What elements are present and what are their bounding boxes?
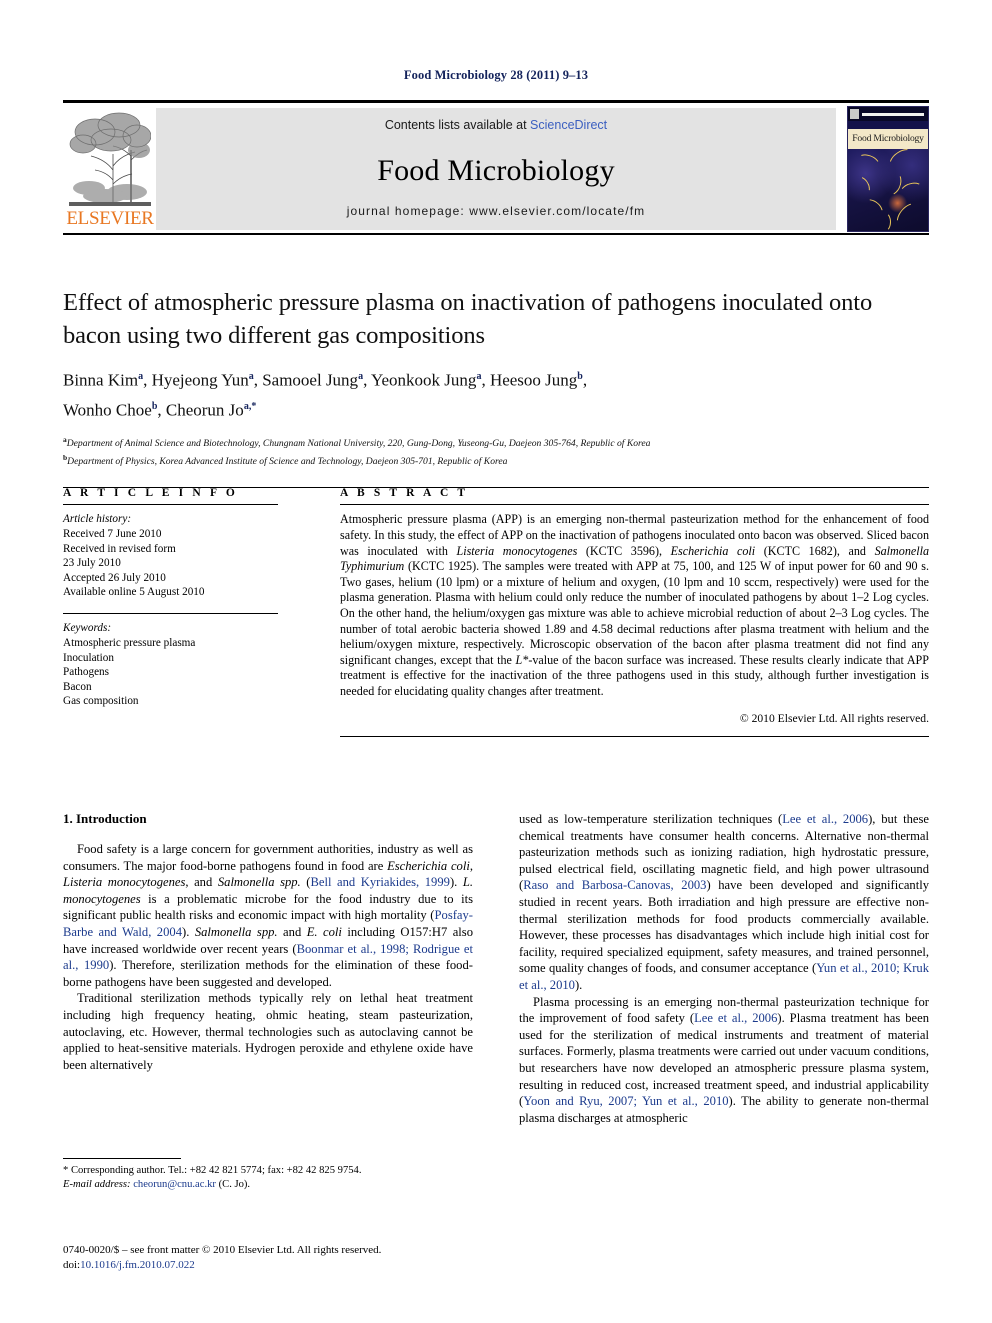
body-paragraph: Plasma processing is an emerging non-the…	[519, 994, 929, 1125]
email-label: E-mail address:	[63, 1179, 131, 1191]
abstract-heading: A B S T R A C T	[340, 487, 469, 499]
keyword-item: Pathogens	[63, 666, 109, 679]
cover-journal-title: Food Microbiology	[852, 133, 924, 144]
affiliation-item: aDepartment of Animal Science and Biotec…	[63, 433, 929, 450]
article-info-heading: A R T I C L E I N F O	[63, 487, 238, 499]
body-column-right: used as low-temperature sterilization te…	[519, 811, 929, 1126]
doi-link[interactable]: 10.1016/j.fm.2010.07.022	[80, 1259, 195, 1271]
contents-available-line: Contents lists available at ScienceDirec…	[156, 118, 836, 132]
journal-cover-thumbnail: Food Microbiology	[847, 106, 929, 232]
cover-elsevier-mark-icon	[850, 109, 859, 119]
cover-title-band: Food Microbiology	[848, 129, 928, 149]
keyword-item: Bacon	[63, 680, 92, 693]
copyright-line: © 2010 Elsevier Ltd. All rights reserved…	[739, 711, 929, 725]
author-name: Samooel Jung	[262, 370, 359, 390]
contents-prefix: Contents lists available at	[384, 118, 531, 132]
author-name: Binna Kim	[63, 370, 139, 390]
article-history-label: Article history:	[63, 513, 132, 526]
masthead-bottom-rule	[63, 233, 929, 235]
imprint-block: 0740-0020/$ – see front matter © 2010 El…	[63, 1243, 503, 1272]
history-item: Available online 5 August 2010	[63, 586, 205, 599]
affiliation-item: bDepartment of Physics, Korea Advanced I…	[63, 451, 929, 468]
doi-line: doi:10.1016/j.fm.2010.07.022	[63, 1258, 503, 1273]
journal-homepage-link[interactable]: journal homepage: www.elsevier.com/locat…	[156, 204, 836, 218]
author-name: Hyejeong Yun	[151, 370, 249, 390]
elsevier-tree-icon	[69, 110, 151, 206]
footnote-rule	[63, 1158, 181, 1160]
abstract-rule	[340, 504, 929, 506]
abstract-column: A B S T R A C T Atmospheric pressure pla…	[340, 487, 929, 737]
affiliation-list: aDepartment of Animal Science and Biotec…	[63, 433, 929, 467]
history-item: 23 July 2010	[63, 557, 121, 570]
history-item: Received 7 June 2010	[63, 527, 162, 540]
author-affiliation-marker: a	[248, 371, 254, 382]
keyword-item: Gas composition	[63, 695, 139, 708]
keyword-item: Inoculation	[63, 651, 114, 664]
corresponding-author-note: * Corresponding author. Tel.: +82 42 821…	[63, 1165, 362, 1177]
author-name: Cheorun Jo	[165, 400, 244, 420]
article-info-rule	[63, 504, 278, 506]
footnote-block: * Corresponding author. Tel.: +82 42 821…	[63, 1158, 473, 1192]
masthead-top-rule	[63, 100, 929, 103]
body-paragraph: Traditional sterilization methods typica…	[63, 991, 473, 1072]
affiliation-text: Department of Animal Science and Biotech…	[66, 438, 651, 450]
keywords-group: Keywords: Atmospheric pressure plasma In…	[63, 621, 278, 709]
article-history-group: Article history: Received 7 June 2010 Re…	[63, 512, 278, 600]
keyword-item: Atmospheric pressure plasma	[63, 636, 196, 649]
email-owner: (C. Jo).	[218, 1179, 251, 1191]
abstract-bottom-rule	[340, 735, 929, 737]
author-name: Wonho Choe	[63, 400, 152, 420]
author-affiliation-marker: a,*	[243, 400, 257, 412]
author-list: Binna Kima, Hyejeong Yuna, Samooel Junga…	[63, 370, 588, 420]
email-link[interactable]: cheorun@cnu.ac.kr	[133, 1179, 216, 1190]
author-affiliation-marker: b	[151, 400, 158, 412]
keywords-label: Keywords:	[63, 622, 112, 635]
doi-label: doi:	[63, 1258, 81, 1271]
author-affiliation-marker: a	[358, 371, 364, 382]
author-name: Yeonkook Jung	[370, 370, 477, 390]
history-item: Received in revised form	[63, 542, 176, 555]
journal-title: Food Microbiology	[377, 154, 615, 187]
elsevier-wordmark: ELSEVIER	[66, 208, 154, 229]
body-column-left: 1. Introduction Food safety is a large c…	[63, 811, 473, 1073]
email-note: E-mail address: cheorun@cnu.ac.kr (C. Jo…	[63, 1178, 473, 1192]
affiliation-text: Department of Physics, Korea Advanced In…	[67, 455, 508, 467]
journal-article-page: Food Microbiology 28 (2011) 9–13 ELSEVIE…	[0, 0, 992, 1323]
history-item: Accepted 26 July 2010	[63, 571, 166, 584]
author-name: Heesoo Jung	[489, 370, 578, 390]
abstract-text: Atmospheric pressure plasma (APP) is an …	[340, 512, 930, 698]
running-head: Food Microbiology 28 (2011) 9–13	[403, 68, 589, 82]
issn-line: 0740-0020/$ – see front matter © 2010 El…	[63, 1244, 382, 1256]
body-paragraph: used as low-temperature sterilization te…	[519, 812, 929, 992]
author-affiliation-marker: b	[577, 371, 583, 382]
article-info-column: A R T I C L E I N F O Article history: R…	[63, 487, 278, 709]
keywords-separator-rule	[63, 612, 278, 615]
author-affiliation-marker: a	[138, 371, 144, 382]
elsevier-logo: ELSEVIER	[65, 108, 155, 230]
cover-artwork	[848, 149, 928, 231]
cover-white-rule	[862, 113, 924, 116]
author-affiliation-marker: a	[476, 371, 482, 382]
masthead-panel: Contents lists available at ScienceDirec…	[156, 108, 836, 230]
journal-masthead: ELSEVIER Contents lists available at Sci…	[63, 100, 929, 236]
body-paragraph: Food safety is a large concern for gover…	[63, 842, 473, 989]
title-block: Effect of atmospheric pressure plasma on…	[63, 286, 929, 468]
section-heading-introduction: 1. Introduction	[63, 811, 147, 826]
article-title: Effect of atmospheric pressure plasma on…	[63, 289, 873, 349]
sciencedirect-link[interactable]: ScienceDirect	[530, 118, 607, 132]
